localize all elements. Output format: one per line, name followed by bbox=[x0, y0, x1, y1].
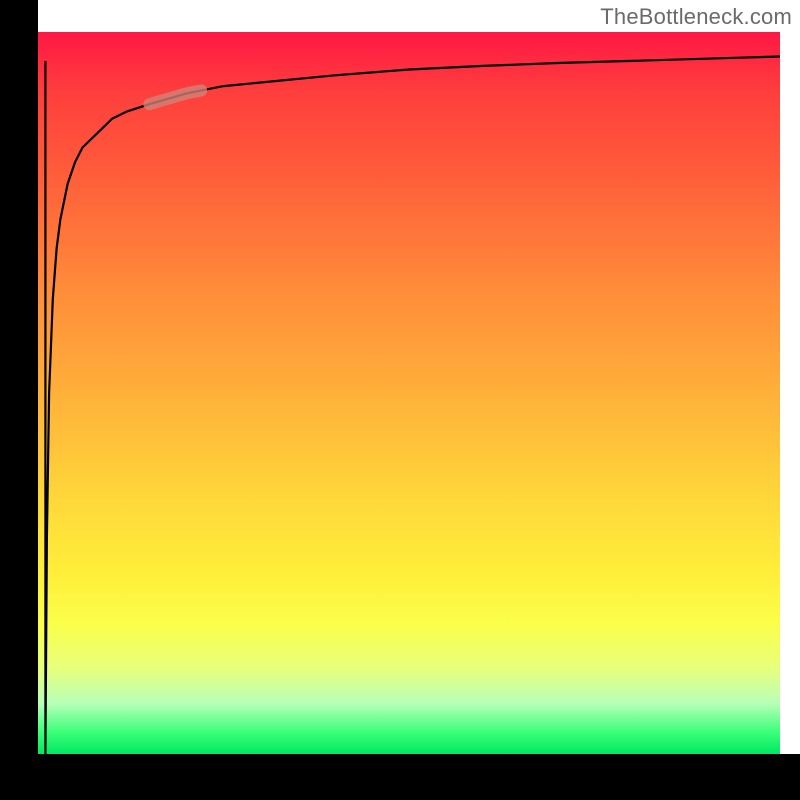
watermark-text: TheBottleneck.com bbox=[600, 4, 792, 30]
bottleneck-curve bbox=[45, 57, 780, 755]
x-axis-border bbox=[0, 754, 800, 800]
curve-highlight-segment bbox=[149, 91, 201, 105]
y-axis-border bbox=[0, 0, 38, 754]
chart-container: TheBottleneck.com bbox=[0, 0, 800, 800]
curve-layer bbox=[38, 32, 780, 754]
